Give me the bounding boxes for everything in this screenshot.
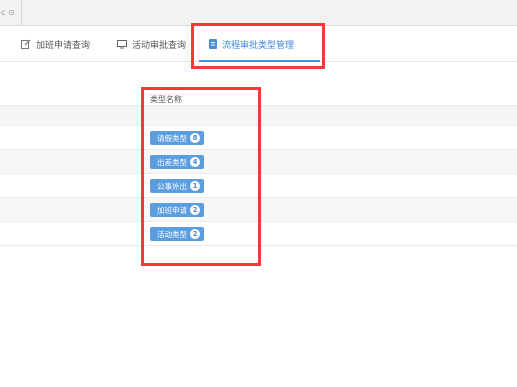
type-table: 类型名称 请假类型 8 出差类型 4 公事外出 1 加班申请 2 活动类型 2	[0, 95, 517, 246]
table-header: 类型名称	[0, 95, 517, 126]
type-tag-overtime[interactable]: 加班申请 2	[150, 203, 204, 217]
type-tag-official-outing[interactable]: 公事外出 1	[150, 179, 204, 193]
tab-approval-type-management[interactable]: 流程审批类型管理	[199, 26, 320, 62]
table-row: 活动类型 2	[0, 222, 517, 246]
tab-bar: 加班申请查询 活动审批查询 流程审批类型管理	[0, 26, 517, 62]
tab-activity-query[interactable]: 活动审批查询	[117, 26, 186, 62]
count-badge: 2	[190, 205, 200, 215]
count-badge: 2	[190, 229, 200, 239]
document-icon	[209, 39, 217, 49]
table-row: 加班申请 2	[0, 198, 517, 222]
count-badge: 4	[190, 157, 200, 167]
type-tag-activity[interactable]: 活动类型 2	[150, 227, 204, 241]
table-row: 请假类型 8	[0, 126, 517, 150]
monitor-icon	[117, 39, 127, 49]
toolbar-fragment: c ⊙	[0, 0, 22, 25]
tab-label: 流程审批类型管理	[222, 40, 295, 51]
column-header-type-name: 类型名称	[150, 95, 182, 104]
type-tag-leave[interactable]: 请假类型 8	[150, 131, 204, 145]
edit-icon	[21, 39, 31, 49]
tab-label: 活动审批查询	[132, 40, 187, 51]
count-badge: 1	[190, 181, 200, 191]
table-row: 公事外出 1	[0, 174, 517, 198]
count-badge: 8	[190, 133, 200, 143]
table-row: 出差类型 4	[0, 150, 517, 174]
browser-toolbar: c ⊙	[0, 0, 517, 26]
type-tag-business-trip[interactable]: 出差类型 4	[150, 155, 204, 169]
tab-label: 加班申请查询	[36, 40, 91, 51]
tab-overtime-query[interactable]: 加班申请查询	[21, 26, 90, 62]
app-window: c ⊙ 加班申请查询 活动审批查询 流程审批类型管理 类型名称 请假类型 8 出…	[0, 0, 517, 387]
